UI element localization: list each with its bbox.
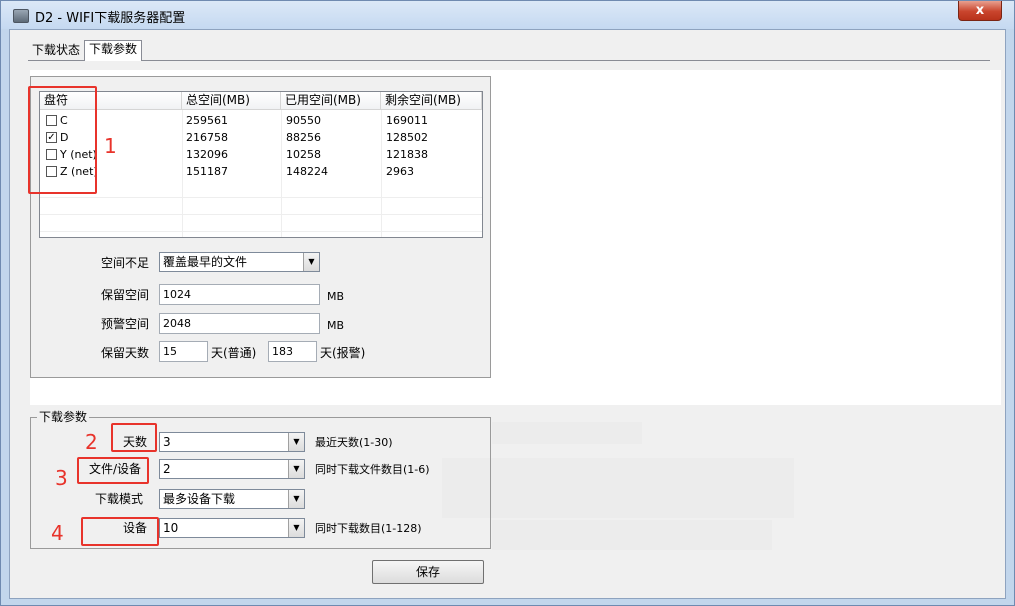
table-row[interactable]: C 259561 90550 169011 (40, 112, 482, 129)
total-space: 151187 (186, 165, 228, 178)
app-icon (13, 9, 29, 23)
redacted-area (442, 458, 794, 518)
files-per-device-hint: 同时下载文件数目(1-6) (315, 463, 430, 476)
client-area: 下载状态 下载参数 盘符 总空间(MB) 已用空间(MB) 剩余空间(MB) C… (9, 29, 1006, 599)
reserve-space-label: 保留空间 (101, 288, 150, 302)
redacted-area (492, 520, 772, 550)
files-per-device-select[interactable]: 2 ▼ (159, 459, 305, 479)
reserve-space-unit: MB (327, 290, 345, 303)
redacted-area (492, 422, 642, 444)
devices-value: 10 (163, 521, 179, 535)
tab-download-params[interactable]: 下载参数 (84, 40, 143, 61)
files-per-device-value: 2 (163, 462, 171, 476)
annotation-number-4: 4 (51, 521, 64, 545)
tab-download-status[interactable]: 下载状态 (28, 42, 85, 60)
column-header-total[interactable]: 总空间(MB) (182, 92, 281, 110)
annotation-box-1 (28, 86, 97, 194)
grid-line (40, 214, 482, 215)
days-hint: 最近天数(1-30) (315, 436, 393, 449)
window-title: D2 - WIFI下载服务器配置 (35, 11, 186, 26)
used-space: 88256 (286, 131, 321, 144)
keep-days-label: 保留天数 (101, 346, 150, 360)
used-space: 148224 (286, 165, 328, 178)
download-params-title: 下载参数 (37, 410, 90, 424)
table-row[interactable]: Z (net) 151187 148224 2963 (40, 163, 482, 180)
keep-days-alarm-unit: 天(报警) (320, 346, 366, 360)
chevron-down-icon[interactable]: ▼ (288, 490, 304, 508)
free-space: 128502 (386, 131, 428, 144)
total-space: 132096 (186, 148, 228, 161)
disk-list[interactable]: 盘符 总空间(MB) 已用空间(MB) 剩余空间(MB) C 259561 90… (39, 91, 483, 238)
days-value: 3 (163, 435, 171, 449)
insufficient-space-select[interactable]: 覆盖最早的文件 ▼ (159, 252, 320, 272)
chevron-down-icon[interactable]: ▼ (288, 460, 304, 478)
grid-line (40, 231, 482, 232)
used-space: 90550 (286, 114, 321, 127)
annotation-box-3 (77, 457, 149, 484)
free-space: 2963 (386, 165, 414, 178)
save-button[interactable]: 保存 (372, 560, 484, 584)
annotation-number-2: 2 (85, 430, 98, 454)
disk-list-header: 盘符 总空间(MB) 已用空间(MB) 剩余空间(MB) (40, 92, 482, 110)
free-space: 121838 (386, 148, 428, 161)
grid-line (40, 197, 482, 198)
devices-hint: 同时下载数目(1-128) (315, 522, 422, 535)
devices-select[interactable]: 10 ▼ (159, 518, 305, 538)
total-space: 216758 (186, 131, 228, 144)
column-header-free[interactable]: 剩余空间(MB) (381, 92, 482, 110)
total-space: 259561 (186, 114, 228, 127)
disk-settings-group: 盘符 总空间(MB) 已用空间(MB) 剩余空间(MB) C 259561 90… (30, 76, 491, 378)
annotation-box-4 (81, 517, 159, 546)
title-bar[interactable]: D2 - WIFI下载服务器配置 x (1, 1, 1014, 29)
tab-divider (28, 60, 990, 61)
reserve-space-input[interactable]: 1024 (159, 284, 320, 305)
column-header-used[interactable]: 已用空间(MB) (281, 92, 381, 110)
free-space: 169011 (386, 114, 428, 127)
insufficient-space-label: 空间不足 (101, 256, 150, 270)
used-space: 10258 (286, 148, 321, 161)
insufficient-space-value: 覆盖最早的文件 (163, 255, 248, 269)
download-mode-label: 下载模式 (95, 492, 144, 506)
chevron-down-icon[interactable]: ▼ (303, 253, 319, 271)
warning-space-unit: MB (327, 319, 345, 332)
download-mode-select[interactable]: 最多设备下载 ▼ (159, 489, 305, 509)
annotation-box-2 (111, 423, 157, 452)
days-select[interactable]: 3 ▼ (159, 432, 305, 452)
keep-days-normal-input[interactable]: 15 (159, 341, 208, 362)
warning-space-input[interactable]: 2048 (159, 313, 320, 334)
download-mode-value: 最多设备下载 (163, 492, 236, 506)
app-window: D2 - WIFI下载服务器配置 x 下载状态 下载参数 盘符 总空间(MB) … (0, 0, 1015, 606)
close-button[interactable]: x (958, 1, 1002, 21)
keep-days-normal-unit: 天(普通) (211, 346, 257, 360)
keep-days-alarm-input[interactable]: 183 (268, 341, 317, 362)
annotation-number-1: 1 (104, 134, 117, 158)
annotation-number-3: 3 (55, 466, 68, 490)
chevron-down-icon[interactable]: ▼ (288, 433, 304, 451)
warning-space-label: 预警空间 (101, 317, 150, 331)
chevron-down-icon[interactable]: ▼ (288, 519, 304, 537)
